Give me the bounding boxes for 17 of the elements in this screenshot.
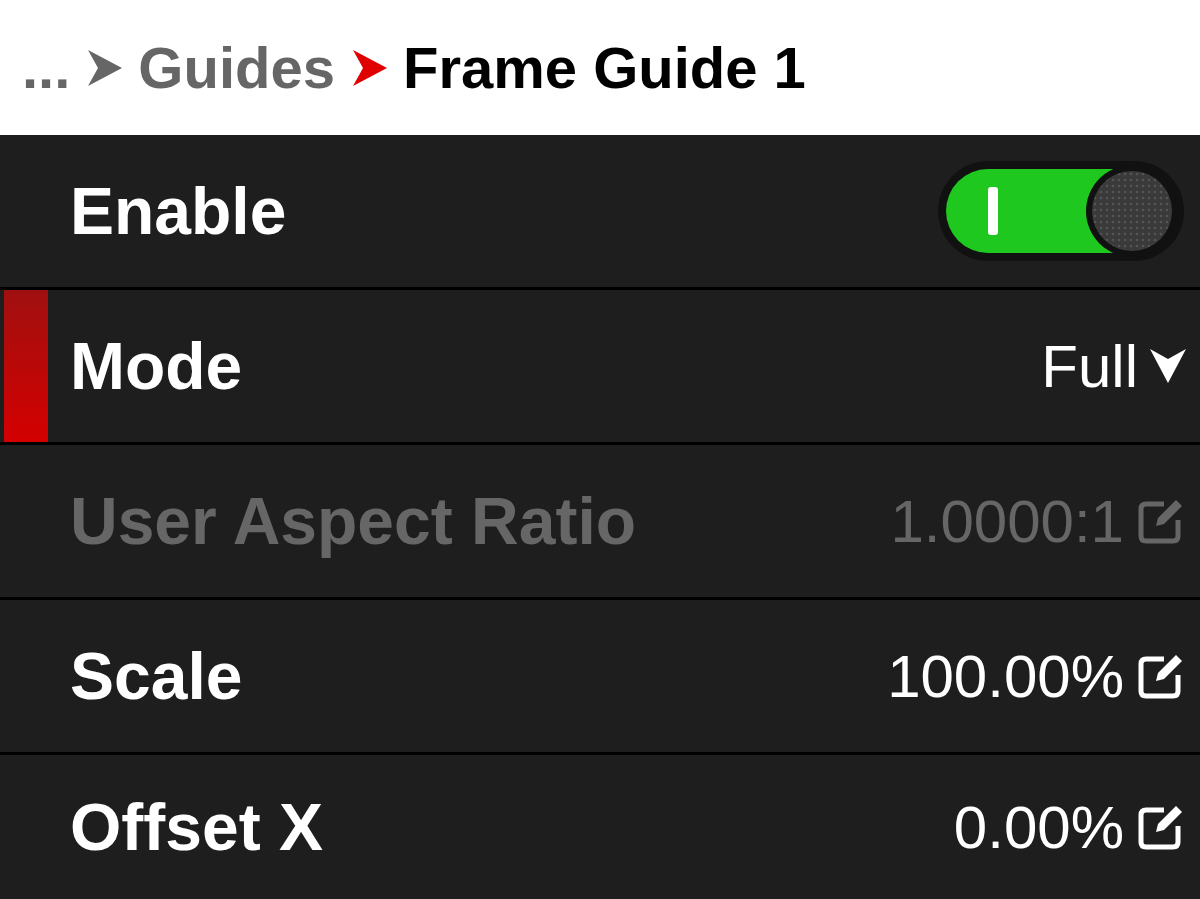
setting-label: User Aspect Ratio xyxy=(70,483,638,559)
setting-row[interactable]: Mode Full xyxy=(0,290,1200,442)
caret-down-icon xyxy=(1150,349,1186,383)
page-title: Frame Guide 1 xyxy=(402,34,806,101)
breadcrumb-ellipsis[interactable]: ... xyxy=(22,34,71,101)
setting-value: 0.00% xyxy=(953,792,1124,862)
setting-value: 100.00% xyxy=(887,641,1124,711)
setting-row[interactable]: Enable xyxy=(0,135,1200,287)
setting-label: Enable xyxy=(70,173,288,249)
breadcrumb-link[interactable]: Guides xyxy=(138,34,335,101)
setting-row[interactable]: Scale 100.00% xyxy=(0,600,1200,752)
setting-label: Mode xyxy=(70,328,244,404)
setting-label: Offset X xyxy=(70,789,325,865)
setting-label: Scale xyxy=(70,638,244,714)
dropdown-value[interactable]: Full xyxy=(1041,331,1138,401)
setting-value: 1.0000:1 xyxy=(890,486,1124,556)
setting-row[interactable]: Offset X 0.00% xyxy=(0,755,1200,899)
